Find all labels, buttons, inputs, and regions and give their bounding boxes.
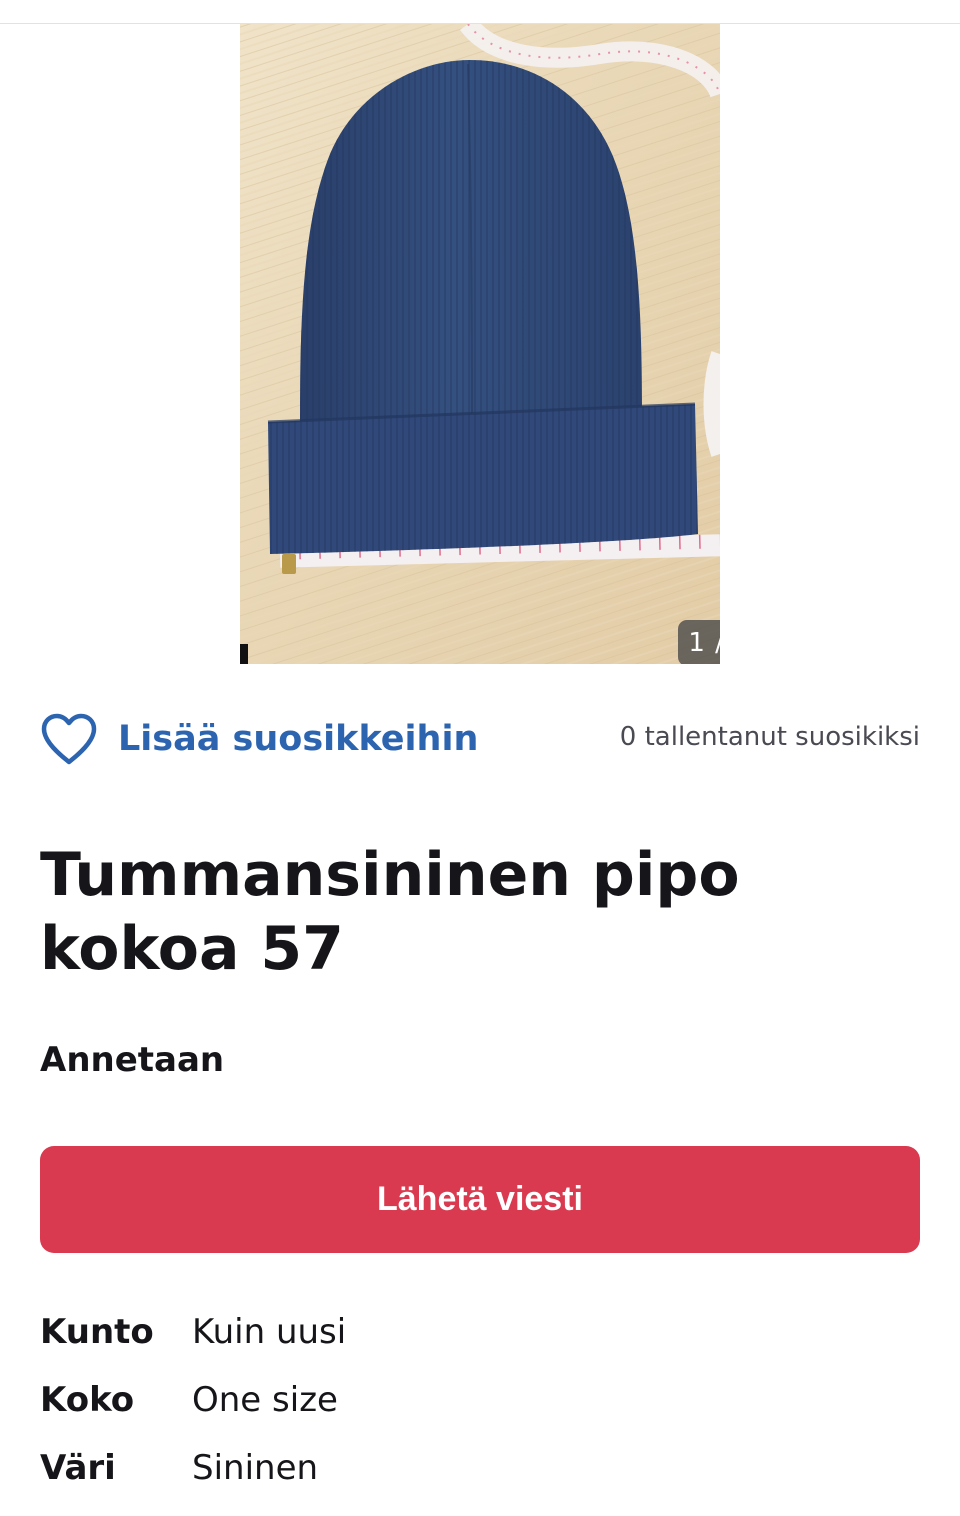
listing-title: Tummansininen pipo kokoa 57	[40, 838, 900, 986]
details-list: Kunto Kuin uusi Koko One size Väri Sinin…	[40, 1312, 920, 1516]
beanie-photo	[240, 24, 720, 664]
detail-key: Väri	[40, 1448, 116, 1488]
photo-counter: 1 / 3	[678, 620, 720, 664]
heart-icon	[40, 712, 98, 766]
photo-gallery[interactable]: 1 / 3	[240, 24, 720, 664]
detail-value: One size	[192, 1380, 338, 1420]
favorite-row: Lisää suosikkeihin 0 tallentanut suosiki…	[40, 704, 920, 774]
add-to-favorites-button[interactable]: Lisää suosikkeihin	[40, 704, 478, 774]
send-message-button[interactable]: Lähetä viesti	[40, 1146, 920, 1253]
detail-key: Koko	[40, 1380, 134, 1420]
detail-value: Sininen	[192, 1448, 318, 1488]
detail-row-size: Koko One size	[40, 1380, 920, 1448]
listing-price: Annetaan	[40, 1040, 224, 1080]
detail-value: Kuin uusi	[192, 1312, 346, 1352]
detail-row-condition: Kunto Kuin uusi	[40, 1312, 920, 1380]
detail-key: Kunto	[40, 1312, 154, 1352]
add-to-favorites-label: Lisää suosikkeihin	[118, 719, 478, 759]
favorites-count: 0 tallentanut suosikiksi	[620, 722, 920, 752]
